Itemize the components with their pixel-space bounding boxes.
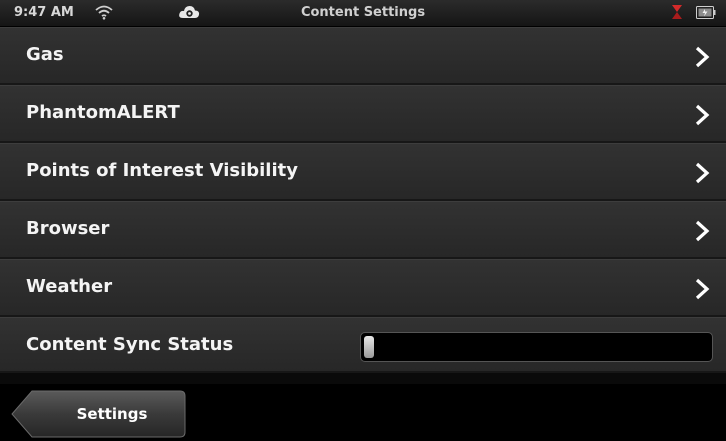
menu-item-label: Weather — [26, 276, 113, 297]
footer-bar: Settings — [0, 384, 726, 441]
content-sync-status-row: Content Sync Status — [0, 317, 726, 373]
status-bar: 9:47 AM Content Settings — [0, 0, 726, 27]
back-button-label: Settings — [76, 405, 148, 423]
menu-item-label: Browser — [26, 218, 110, 239]
menu-item-weather[interactable]: Weather — [0, 259, 726, 317]
menu-item-label: Gas — [26, 44, 64, 65]
back-to-settings-button[interactable]: Settings — [10, 390, 186, 438]
battery-icon — [696, 6, 716, 19]
menu-item-browser[interactable]: Browser — [0, 201, 726, 259]
sync-progress-fill — [364, 336, 375, 358]
sync-progress-bar — [360, 332, 713, 362]
screen-title: Content Settings — [300, 5, 426, 20]
alert-icon — [672, 5, 682, 19]
chevron-right-icon — [695, 104, 710, 126]
chevron-right-icon — [695, 220, 710, 242]
chevron-right-icon — [695, 46, 710, 68]
chevron-right-icon — [695, 278, 710, 300]
chevron-right-icon — [695, 162, 710, 184]
sync-status-label: Content Sync Status — [26, 334, 234, 355]
content-settings-list: Gas PhantomALERT Points of Interest Visi… — [0, 27, 726, 373]
menu-item-label: PhantomALERT — [26, 102, 180, 123]
menu-item-poi-visibility[interactable]: Points of Interest Visibility — [0, 143, 726, 201]
menu-item-phantomalert[interactable]: PhantomALERT — [0, 85, 726, 143]
menu-item-label: Points of Interest Visibility — [26, 160, 298, 181]
menu-item-gas[interactable]: Gas — [0, 27, 726, 85]
